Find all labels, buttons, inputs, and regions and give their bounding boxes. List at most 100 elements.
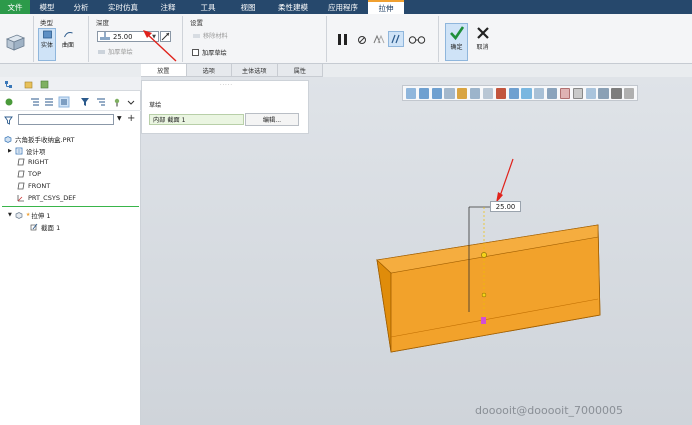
sketch-icon — [30, 223, 38, 231]
tree-list-icon[interactable] — [30, 97, 40, 107]
tree-item-front[interactable]: FRONT — [17, 182, 50, 190]
checkmark-icon — [449, 26, 464, 41]
tree-item-section-label: 截面 1 — [41, 224, 61, 232]
remove-material-icon — [193, 33, 200, 38]
tree-item-section[interactable]: 截面 1 — [30, 222, 60, 232]
menu-tab-tools[interactable]: 工具 — [188, 0, 228, 14]
expand-arrow-icon[interactable]: ▶ — [8, 148, 12, 154]
tree-item-extrude-label: 拉伸 1 — [31, 212, 51, 220]
confirm-label: 确定 — [450, 44, 463, 51]
tree-item-extrude[interactable]: ▼ ★ 拉伸 1 — [8, 210, 51, 220]
close-icon — [476, 27, 489, 39]
datum-plane-icon — [17, 182, 25, 190]
tree-columns-icon[interactable] — [58, 96, 70, 108]
settings-group-title: 设置 — [190, 19, 203, 27]
more-options-icon[interactable] — [126, 97, 136, 107]
menu-tab-file[interactable]: 文件 — [0, 0, 30, 14]
tree-root-label: 六角扳手收纳盒.PRT — [15, 136, 75, 144]
folder-tab-icon[interactable] — [24, 80, 33, 89]
search-filter-icon[interactable] — [4, 116, 13, 125]
pin-icon[interactable] — [112, 97, 122, 107]
surface-icon — [63, 32, 73, 38]
thicken-sketch-row[interactable]: 加厚草绘 — [192, 48, 227, 57]
menu-tab-annotate[interactable]: 注释 — [148, 0, 188, 14]
thicken-sketch-label: 加厚草绘 — [202, 50, 227, 57]
extrude-icon — [15, 212, 23, 219]
verify-preview-button[interactable] — [388, 31, 404, 47]
tree-item-csys[interactable]: PRT_CSYS_DEF — [17, 194, 76, 202]
menu-tab-apps[interactable]: 应用程序 — [318, 0, 368, 14]
type-group-title: 类型 — [40, 19, 53, 27]
search-input[interactable] — [18, 114, 114, 125]
surface-type-label: 曲面 — [61, 42, 74, 49]
confirm-button[interactable]: 确定 — [445, 23, 468, 61]
new-feature-star-icon: ★ — [25, 212, 31, 218]
search-dropdown-icon[interactable]: ▼ — [117, 115, 122, 122]
model-tree-toolbar — [0, 93, 141, 111]
collapse-arrow-icon[interactable]: ▼ — [8, 212, 12, 218]
favorites-tab-icon[interactable] — [40, 80, 49, 89]
coordinate-system-icon — [17, 195, 24, 202]
depth-option-row[interactable]: 加厚草绘 — [97, 47, 133, 56]
solid-icon — [42, 30, 52, 39]
surface-type-button[interactable]: 曲面 — [59, 28, 77, 61]
ribbon: 类型 实体 曲面 深度 25.00 ▼ 加厚草绘 设置 移除材料 加厚草绘 确定… — [0, 14, 692, 64]
design-items-icon — [15, 147, 23, 155]
tree-item-label: TOP — [28, 170, 42, 178]
glasses-icon[interactable] — [408, 34, 426, 45]
watermark-text: dooooit@dooooit_7000005 — [475, 404, 624, 417]
remove-material-row[interactable]: 移除材料 — [192, 31, 228, 40]
tree-item-label: FRONT — [28, 182, 51, 190]
tree-root[interactable]: 六角扳手收纳盒.PRT — [4, 134, 75, 144]
ribbon-strip — [0, 64, 692, 77]
tab-body-options[interactable]: 主体选项 — [232, 64, 278, 76]
depth-option-label: 加厚草绘 — [108, 49, 133, 56]
datum-plane-icon — [17, 170, 25, 178]
add-icon[interactable]: + — [127, 113, 135, 124]
thicken-disabled-icon — [98, 49, 105, 54]
part-icon[interactable] — [4, 97, 14, 107]
depth-blind-icon — [100, 32, 110, 40]
tree-settings-icon[interactable] — [44, 97, 54, 107]
depth-dimension-value[interactable]: 25.00 — [490, 201, 521, 212]
menu-tab-view[interactable]: 视图 — [228, 0, 268, 14]
thicken-sketch-checkbox[interactable] — [192, 49, 199, 56]
menu-bar: 文件 模型 分析 实时仿真 注释 工具 视图 柔性建模 应用程序 拉伸 — [0, 0, 692, 14]
annotation-arrow-ribbon — [143, 30, 177, 62]
menu-tab-extrude[interactable]: 拉伸 — [368, 0, 404, 14]
insert-here-marker — [2, 206, 139, 207]
tree-item-label: RIGHT — [28, 158, 49, 166]
datum-plane-icon — [17, 158, 25, 166]
part-file-icon — [4, 136, 12, 143]
tree-item-right[interactable]: RIGHT — [17, 158, 48, 166]
extrude-feature-icon — [5, 34, 26, 51]
filter-funnel-icon[interactable] — [80, 97, 90, 107]
tree-item-label: 设计项 — [25, 148, 46, 156]
menu-tab-flexible[interactable]: 柔性建模 — [268, 0, 318, 14]
depth-drag-handle-lower — [481, 292, 487, 298]
depth-drag-handle — [481, 252, 487, 258]
model-tree-tab-icon[interactable] — [4, 80, 13, 89]
menu-tab-analysis[interactable]: 分析 — [64, 0, 98, 14]
verify-preview-icon — [391, 34, 400, 44]
pause-icon[interactable] — [336, 33, 349, 46]
cancel-label: 取消 — [476, 44, 489, 51]
extruded-solid-model[interactable] — [141, 77, 692, 425]
solid-side-face — [376, 258, 392, 353]
sketch-origin-marker — [481, 317, 486, 324]
separate-preview-icon[interactable] — [372, 33, 385, 46]
tree-item-design-items[interactable]: ▶ 设计项 — [8, 146, 45, 156]
remove-material-label: 移除材料 — [203, 33, 228, 40]
no-preview-icon[interactable] — [357, 35, 367, 45]
cancel-button[interactable]: 取消 — [471, 23, 494, 61]
tree-filter-icon[interactable] — [96, 97, 106, 107]
solid-type-label: 实体 — [40, 42, 53, 49]
menu-tab-simulation[interactable]: 实时仿真 — [98, 0, 148, 14]
tree-item-top[interactable]: TOP — [17, 170, 41, 178]
tree-item-label: PRT_CSYS_DEF — [28, 194, 77, 202]
tab-properties[interactable]: 属性 — [278, 64, 323, 76]
tab-options[interactable]: 选项 — [187, 64, 232, 76]
menu-tab-model[interactable]: 模型 — [30, 0, 64, 14]
solid-type-button[interactable]: 实体 — [38, 28, 56, 61]
model-tree-tabs — [0, 77, 141, 91]
